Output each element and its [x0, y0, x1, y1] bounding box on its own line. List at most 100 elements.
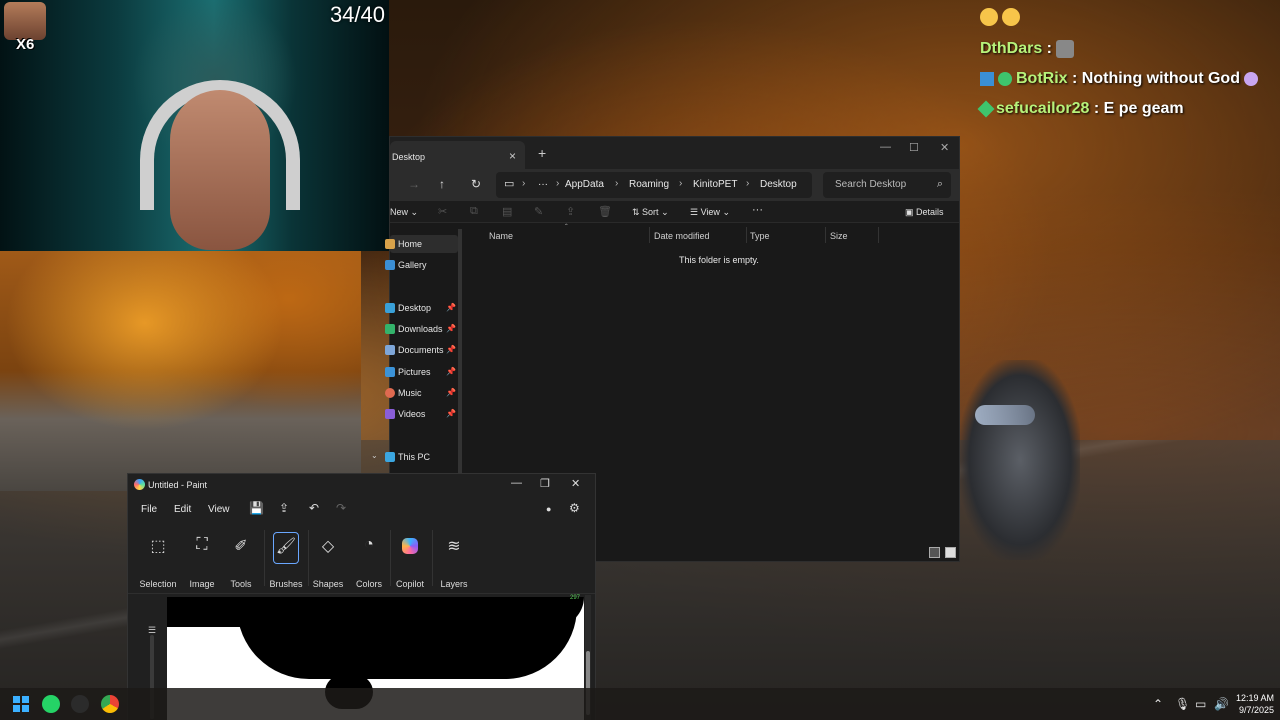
ribbon-layers[interactable]: ≋ Layers: [434, 524, 474, 594]
car-headlight: [975, 405, 1035, 425]
details-button[interactable]: ▣ Details: [905, 207, 944, 218]
share-icon[interactable]: ⇪: [279, 501, 289, 515]
sidebar-item-home[interactable]: Home: [385, 235, 458, 253]
sidebar-item-music[interactable]: Music 📌: [385, 384, 458, 402]
ribbon-colors[interactable]: ◔ Colors: [349, 524, 389, 594]
close-button[interactable]: ✕: [940, 141, 949, 154]
chat-text: Nothing without God: [1077, 70, 1240, 87]
tools-icon: ✐: [234, 538, 248, 555]
search-input[interactable]: Search Desktop ⌕: [823, 172, 951, 198]
sidebar-item-desktop[interactable]: Desktop 📌: [385, 299, 458, 317]
menu-view[interactable]: View: [208, 504, 230, 515]
ribbon-tools[interactable]: ✐ Tools: [221, 524, 261, 594]
delete-icon[interactable]: 🗑: [598, 205, 612, 218]
forward-button[interactable]: →: [408, 177, 420, 191]
close-button[interactable]: ✕: [571, 477, 580, 490]
verified-badge-icon: [998, 71, 1012, 86]
pin-icon: 📌: [446, 388, 456, 397]
undo-icon[interactable]: ↶: [309, 501, 319, 515]
home-icon: [385, 239, 395, 249]
tab-close-icon[interactable]: ×: [509, 149, 516, 163]
explorer-navbar: → ↑ ↻ ▭ › ··· › AppData › Roaming › Kini…: [390, 169, 959, 201]
minimize-button[interactable]: —: [511, 477, 522, 489]
column-header-date-modified[interactable]: Date modified: [654, 231, 710, 241]
image-icon: ⛶: [196, 536, 208, 553]
chat-message: DthDars :: [980, 40, 1078, 58]
breadcrumb-kinitopet[interactable]: KinitoPET: [693, 179, 737, 190]
menu-file[interactable]: File: [141, 504, 157, 515]
column-divider[interactable]: [649, 227, 650, 243]
sidebar-item-videos[interactable]: Videos 📌: [385, 405, 458, 423]
restore-button[interactable]: ❐: [540, 477, 550, 490]
explorer-toolbar: New ⌄ ✂ ⧉ ▤ ✎ ⇪ 🗑 ⇅ Sort ⌄ ☰ View ⌄ ··· …: [390, 201, 959, 223]
sidebar-item-pictures[interactable]: Pictures 📌: [385, 363, 458, 381]
canvas-size-label: 297: [570, 595, 581, 601]
minimize-button[interactable]: —: [880, 141, 891, 153]
view-button[interactable]: ☰ View ⌄: [690, 207, 730, 218]
chevron-down-icon[interactable]: ⌄: [371, 451, 378, 460]
sparkle-badge-icon: [977, 100, 995, 118]
sidebar-item-label: Videos: [398, 409, 426, 419]
ribbon-shapes[interactable]: ◇ Shapes: [308, 524, 348, 594]
column-header-type[interactable]: Type: [750, 231, 770, 241]
clock[interactable]: 12:19 AM 9/7/2025: [1230, 692, 1274, 716]
microphone-icon[interactable]: 🎙: [1175, 697, 1190, 711]
sidebar-item-downloads[interactable]: Downloads 📌: [385, 320, 458, 338]
breadcrumb-desktop[interactable]: Desktop: [760, 179, 797, 190]
search-placeholder: Search Desktop: [835, 179, 907, 190]
column-header-size[interactable]: Size: [830, 231, 848, 241]
breadcrumb-roaming[interactable]: Roaming: [629, 179, 669, 190]
chrome-icon[interactable]: [101, 695, 119, 713]
column-header-name[interactable]: Name: [489, 231, 513, 241]
ribbon-divider: [264, 530, 265, 586]
column-divider[interactable]: [746, 227, 747, 243]
new-tab-button[interactable]: +: [538, 145, 546, 161]
account-icon[interactable]: ●: [546, 504, 551, 514]
sort-label: Sort: [642, 207, 659, 217]
maximize-button[interactable]: ☐: [909, 141, 919, 154]
rename-icon[interactable]: ✎: [534, 205, 543, 218]
cat-emote-icon: [1056, 40, 1075, 58]
chevron-right-icon: ›: [522, 178, 526, 189]
cut-icon[interactable]: ✂: [438, 205, 447, 218]
menu-edit[interactable]: Edit: [174, 504, 191, 515]
tiles-view-toggle[interactable]: [945, 547, 956, 558]
share-icon[interactable]: ⇪: [566, 205, 575, 218]
pin-icon: 📌: [446, 303, 456, 312]
sort-button[interactable]: ⇅ Sort ⌄: [632, 207, 669, 218]
chevron-up-icon[interactable]: ⌃: [1153, 697, 1163, 711]
ribbon-copilot[interactable]: Copilot: [390, 524, 430, 594]
overflow-crumb[interactable]: ···: [538, 179, 548, 190]
sidebar-item-this-pc[interactable]: ⌄ This PC: [371, 448, 458, 466]
gear-icon[interactable]: ⚙: [569, 501, 580, 515]
refresh-button[interactable]: ↻: [471, 177, 481, 191]
details-view-toggle[interactable]: [929, 547, 940, 558]
volume-icon[interactable]: 🔊: [1214, 697, 1229, 711]
paste-icon[interactable]: ▤: [502, 205, 512, 218]
start-button[interactable]: [13, 696, 29, 712]
column-divider[interactable]: [825, 227, 826, 243]
whatsapp-icon[interactable]: [42, 695, 60, 713]
download-icon: [385, 324, 395, 334]
save-icon[interactable]: 💾: [249, 501, 264, 515]
breadcrumb-appdata[interactable]: AppData: [565, 179, 604, 190]
up-button[interactable]: ↑: [439, 177, 445, 191]
address-bar[interactable]: ▭ › ··· › AppData › Roaming › KinitoPET …: [496, 172, 812, 198]
redo-icon[interactable]: ↷: [336, 501, 346, 515]
shapes-icon: ◇: [321, 538, 335, 555]
palette-icon: ◔: [364, 536, 374, 553]
sidebar-item-documents[interactable]: Documents 📌: [385, 341, 458, 359]
display-icon[interactable]: ▭: [1195, 697, 1206, 711]
app-icon[interactable]: [71, 695, 89, 713]
ribbon-brushes[interactable]: 🖌 Brushes: [266, 524, 306, 594]
sidebar-item-gallery[interactable]: Gallery: [385, 256, 458, 274]
chevron-right-icon: ›: [556, 178, 560, 189]
pin-icon: 📌: [446, 409, 456, 418]
more-options-button[interactable]: ···: [752, 204, 763, 216]
tab-desktop[interactable]: Desktop ×: [390, 141, 525, 169]
new-button[interactable]: New ⌄: [390, 207, 418, 218]
copy-icon[interactable]: ⧉: [470, 205, 478, 218]
explorer-titlebar: Desktop × + — ☐ ✕: [390, 137, 959, 169]
column-divider[interactable]: [878, 227, 879, 243]
ribbon-selection[interactable]: ⬚ Selection: [138, 524, 178, 594]
